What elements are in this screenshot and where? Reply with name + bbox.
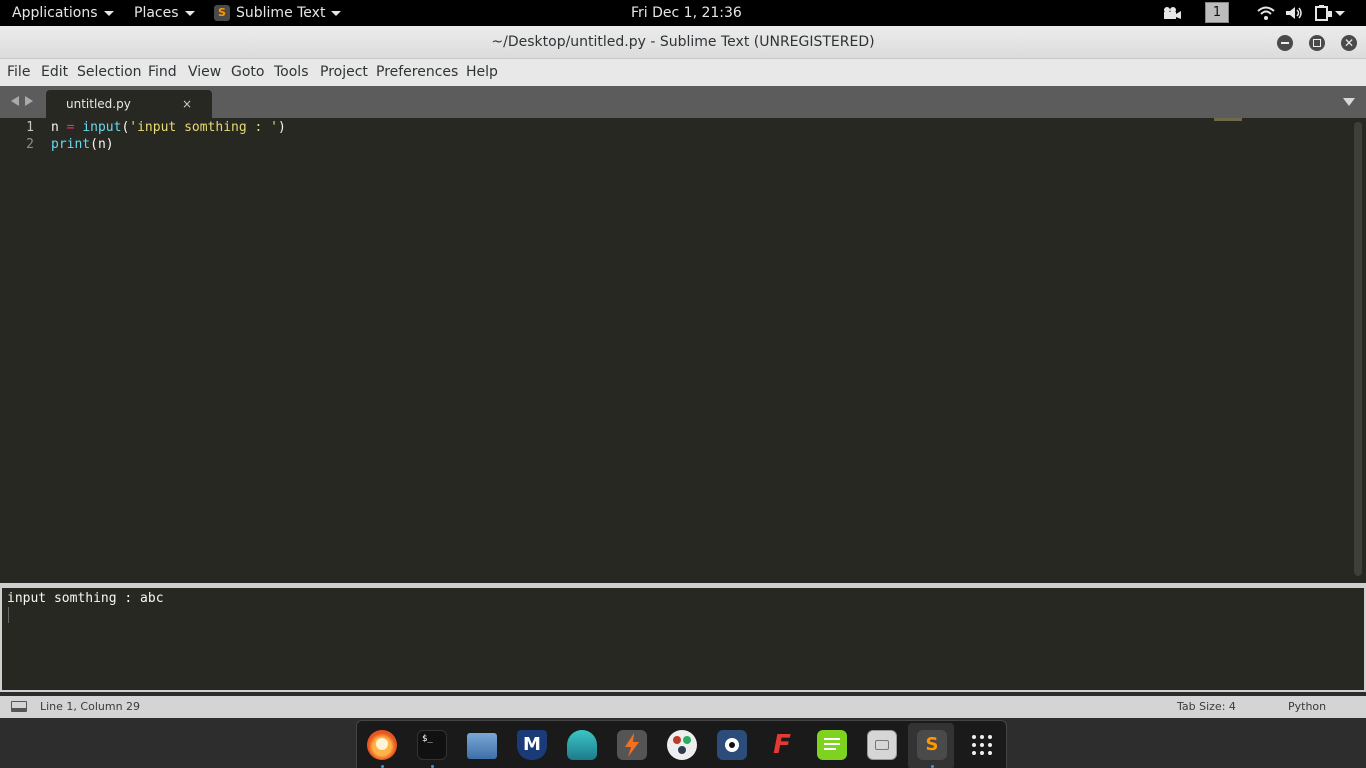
code-function: print <box>51 137 91 152</box>
window-title: ~/Desktop/untitled.py - Sublime Text (UN… <box>491 34 875 50</box>
tab-close-icon[interactable]: × <box>182 90 192 118</box>
firefox-icon[interactable] <box>367 730 397 760</box>
video-icon[interactable] <box>1162 6 1182 20</box>
output-panel[interactable]: input somthing : abc <box>2 588 1364 690</box>
code-string: 'input somthing : ' <box>129 120 278 135</box>
tab-label: untitled.py <box>66 97 131 111</box>
maltego-icon[interactable] <box>667 730 697 760</box>
tab-size-selector[interactable]: Tab Size: 4 <box>1177 696 1236 718</box>
menu-preferences[interactable]: Preferences <box>376 59 458 86</box>
sublime-text-small-icon: S <box>214 5 230 21</box>
files-icon[interactable] <box>467 733 497 759</box>
code-function: input <box>82 120 122 135</box>
chevron-down-icon <box>184 10 195 16</box>
applications-menu[interactable]: Applications <box>12 0 114 26</box>
window-titlebar[interactable]: ~/Desktop/untitled.py - Sublime Text (UN… <box>0 26 1366 59</box>
menu-goto[interactable]: Goto <box>231 59 264 86</box>
workspace-indicator[interactable]: 1 <box>1205 2 1229 23</box>
code-args: (n) <box>90 137 114 152</box>
terminal-icon[interactable]: $_ <box>417 730 447 760</box>
screenshot-icon[interactable] <box>867 730 897 760</box>
output-text: input somthing : abc <box>7 591 164 606</box>
chevron-down-icon <box>331 10 342 16</box>
status-bar: Line 1, Column 29 Tab Size: 4 Python <box>0 696 1366 718</box>
menu-help[interactable]: Help <box>466 59 498 86</box>
code-paren: ) <box>278 120 286 135</box>
menu-view[interactable]: View <box>188 59 221 86</box>
menu-tools[interactable]: Tools <box>274 59 309 86</box>
syntax-selector[interactable]: Python <box>1288 696 1326 718</box>
menubar: File Edit Selection Find View Goto Tools… <box>0 59 1366 86</box>
text-cursor <box>8 607 9 623</box>
wifi-icon[interactable] <box>1257 6 1275 20</box>
line-number: 2 <box>26 137 34 152</box>
minimap[interactable] <box>1214 118 1242 121</box>
tab-back-icon[interactable] <box>11 96 19 106</box>
tab-forward-icon[interactable] <box>25 96 33 106</box>
menu-project[interactable]: Project <box>320 59 368 86</box>
chevron-down-icon <box>103 10 114 16</box>
show-apps-icon[interactable] <box>967 730 997 760</box>
notes-icon[interactable] <box>817 730 847 760</box>
cursor-position: Line 1, Column 29 <box>40 700 141 713</box>
beef-icon[interactable] <box>717 730 747 760</box>
metasploit-icon[interactable]: M <box>517 730 547 760</box>
faraday-icon[interactable]: F <box>767 730 797 760</box>
volume-icon[interactable] <box>1285 6 1303 20</box>
app-menu-label: Sublime Text <box>236 5 326 21</box>
app-menu[interactable]: S Sublime Text <box>214 0 342 26</box>
code-line-1[interactable]: n = input('input somthing : ') <box>51 119 286 136</box>
places-label: Places <box>134 5 179 21</box>
tab-list-chevron-icon[interactable] <box>1343 98 1355 106</box>
panel-toggle-icon[interactable] <box>11 701 27 712</box>
sublime-text-icon[interactable]: S <box>917 730 947 760</box>
burpsuite-icon[interactable] <box>617 730 647 760</box>
battery-icon[interactable] <box>1314 5 1332 21</box>
tab-untitled-py[interactable]: untitled.py × <box>46 90 212 118</box>
dock: $_ M F S <box>356 720 1007 768</box>
line-number: 1 <box>26 120 34 135</box>
code-editor[interactable]: 1 2 n = input('input somthing : ') print… <box>0 118 1366 583</box>
close-icon[interactable]: ✕ <box>1341 35 1357 51</box>
menu-file[interactable]: File <box>7 59 30 86</box>
places-menu[interactable]: Places <box>134 0 195 26</box>
minimize-icon[interactable] <box>1277 35 1293 51</box>
system-menu-chevron-icon[interactable] <box>1335 11 1345 16</box>
code-line-2[interactable]: print(n) <box>51 136 114 153</box>
maximize-icon[interactable] <box>1309 35 1325 51</box>
menu-selection[interactable]: Selection <box>77 59 142 86</box>
menu-find[interactable]: Find <box>148 59 177 86</box>
clock[interactable]: Fri Dec 1, 21:36 <box>631 0 742 26</box>
top-panel: Applications Places S Sublime Text Fri De… <box>0 0 1366 26</box>
code-variable: n <box>51 120 67 135</box>
tab-bar: untitled.py × <box>0 86 1366 118</box>
menu-edit[interactable]: Edit <box>41 59 68 86</box>
editor-scrollbar[interactable] <box>1354 122 1362 576</box>
armitage-icon[interactable] <box>567 730 597 760</box>
applications-label: Applications <box>12 5 98 21</box>
